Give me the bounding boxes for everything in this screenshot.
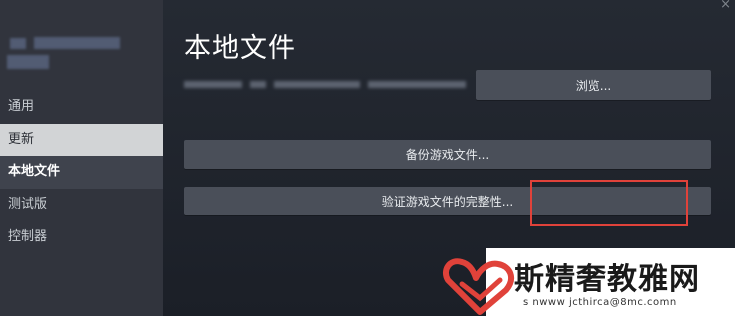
sidebar-game-title-blurred bbox=[0, 0, 163, 90]
watermark-site-name: 斯精奢教雅网 bbox=[514, 262, 700, 297]
sidebar-item-betas[interactable]: 测试版 bbox=[0, 189, 163, 222]
heart-logo-icon bbox=[442, 258, 515, 315]
sidebar-item-controller[interactable]: 控制器 bbox=[0, 221, 163, 254]
page-title: 本地文件 bbox=[184, 33, 296, 64]
install-path-blurred bbox=[184, 78, 474, 90]
watermark-url: s nwww jcthirca@8mc.comn bbox=[523, 297, 677, 308]
sidebar: 通用 更新 本地文件 测试版 控制器 bbox=[0, 0, 163, 316]
sidebar-nav: 通用 更新 本地文件 测试版 控制器 bbox=[0, 91, 163, 254]
sidebar-item-local-files[interactable]: 本地文件 bbox=[0, 156, 163, 189]
sidebar-item-general[interactable]: 通用 bbox=[0, 91, 163, 124]
sidebar-item-updates[interactable]: 更新 bbox=[0, 123, 163, 156]
verify-integrity-button[interactable]: 验证游戏文件的完整性... bbox=[184, 187, 711, 215]
browse-button[interactable]: 浏览... bbox=[476, 70, 711, 100]
properties-window: 通用 更新 本地文件 测试版 控制器 × 本地文件 浏览... 备份游戏文件..… bbox=[0, 0, 735, 316]
close-icon[interactable]: × bbox=[720, 0, 731, 13]
backup-game-files-button[interactable]: 备份游戏文件... bbox=[184, 140, 711, 169]
